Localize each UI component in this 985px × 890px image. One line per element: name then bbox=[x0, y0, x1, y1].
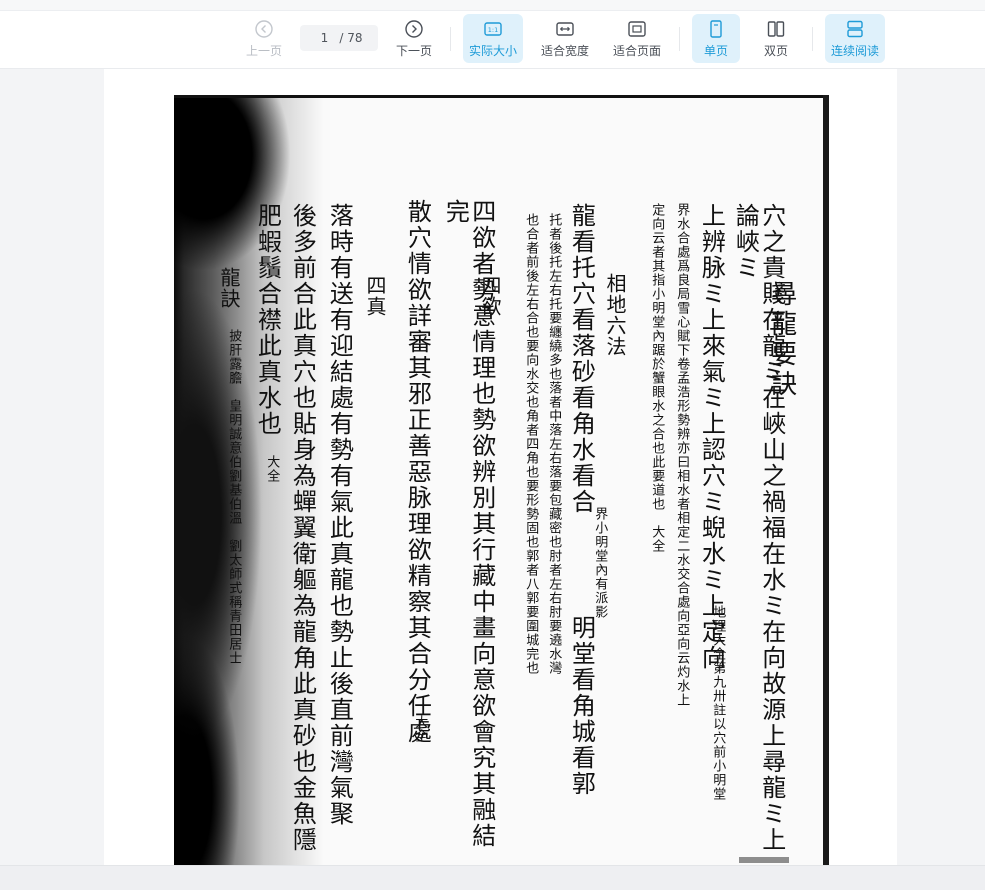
toolbar-divider bbox=[450, 27, 451, 51]
fit-width-button[interactable]: 适合宽度 bbox=[537, 14, 593, 63]
next-page-button[interactable]: 下一页 bbox=[393, 14, 435, 63]
next-page-label: 下一页 bbox=[395, 43, 432, 58]
fit-page-label: 适合页面 bbox=[612, 43, 661, 58]
reader-toolbar: 上一页 1 / 78 下一页 1:1 实际大小 适合宽度 适合页面 单页 双页 … bbox=[0, 11, 985, 69]
status-bar bbox=[0, 865, 985, 890]
text-column: 落時有送有迎結處有勢有氣此真龍也勢止後直前灣氣聚 bbox=[325, 203, 354, 827]
scan-top-border bbox=[174, 95, 829, 98]
single-page-label: 单页 bbox=[703, 43, 728, 58]
page-indicator: 1 / 78 bbox=[300, 25, 378, 51]
total-pages: / 78 bbox=[339, 31, 363, 45]
fit-page-button[interactable]: 适合页面 bbox=[609, 14, 665, 63]
author-note: 披肝露膽 皇明誠意伯劉基伯溫 劉太師式稱青田居士 bbox=[226, 329, 242, 665]
annotation-column: 托者後托左右托要纏繞多也落者中落左右落要包藏密也肘者左右肘要遶水灣 bbox=[546, 213, 562, 675]
chevron-right-circle-icon bbox=[405, 19, 423, 38]
source-note: 大全 bbox=[412, 715, 428, 743]
scan-right-border bbox=[823, 95, 829, 865]
text-column: 肥蝦鬚合襟此真水也 bbox=[253, 203, 282, 437]
annotation-column: 定向云者其指小明堂內踞於蟹眼水之合也此要道也 大全 bbox=[649, 203, 665, 553]
text-column: 四欲者勢意情理也勢欲辨別其行藏中畫向意欲會究其融結完 bbox=[441, 199, 496, 849]
annotation-column: 界小明堂內有派影 bbox=[592, 507, 608, 619]
double-page-icon bbox=[767, 20, 785, 37]
actual-size-button[interactable]: 1:1 实际大小 bbox=[463, 14, 523, 63]
fit-page-icon bbox=[628, 20, 646, 37]
annotation-column: 地理大全第九卅註以穴前小明堂 bbox=[710, 605, 726, 801]
heading-si-zhen: 四真 bbox=[363, 275, 387, 317]
continuous-reading-label: 连续阅读 bbox=[830, 43, 879, 58]
top-strip bbox=[0, 0, 985, 11]
actual-size-label: 实际大小 bbox=[468, 43, 517, 58]
annotation-column: 界水合處爲良局雪心賦下卷孟浩形勢辨亦曰相水者相定二水交合處向亞向云灼水上 bbox=[674, 203, 690, 707]
source-note: 大全 bbox=[264, 455, 280, 483]
heading-xiang-di-liu-fa: 相地六法 bbox=[603, 273, 627, 357]
text-column: 後多前合此真穴也貼身為蟬翼衛軀為龍角此真砂也金魚隱 bbox=[288, 203, 317, 853]
text-column: 穴之貴賤在龍ミ在峽山之禍福在水ミ在向故源上尋龍ミ上論峽ミ bbox=[731, 203, 786, 853]
toolbar-divider bbox=[679, 27, 680, 51]
fit-width-icon bbox=[556, 21, 574, 36]
scanned-page: 尋龍要訣 穴之貴賤在龍ミ在峽山之禍福在水ミ在向故源上尋龍ミ上論峽ミ 上辨脉ミ上來… bbox=[174, 95, 829, 865]
fit-width-label: 适合宽度 bbox=[540, 43, 589, 58]
current-page-input[interactable]: 1 bbox=[315, 31, 333, 45]
text-column: 龍看托穴看落砂看角水看合 bbox=[567, 203, 596, 515]
heading-long-jue: 龍訣 bbox=[217, 267, 241, 309]
toolbar-divider bbox=[812, 27, 813, 51]
continuous-reading-button[interactable]: 连续阅读 bbox=[825, 14, 885, 63]
text-column: 明堂看角城看郭 bbox=[567, 615, 596, 797]
double-page-button[interactable]: 双页 bbox=[752, 14, 800, 63]
prev-page-label: 上一页 bbox=[245, 43, 282, 58]
single-page-icon bbox=[710, 19, 722, 38]
svg-text:1:1: 1:1 bbox=[488, 26, 498, 34]
text-column: 散穴情欲詳審其邪正善惡脉理欲精察其合分任處 bbox=[403, 199, 432, 745]
double-page-label: 双页 bbox=[763, 43, 788, 58]
document-viewer[interactable]: 尋龍要訣 穴之貴賤在龍ミ在峽山之禍福在水ミ在向故源上尋龍ミ上論峽ミ 上辨脉ミ上來… bbox=[104, 69, 897, 865]
continuous-scroll-icon bbox=[847, 20, 863, 37]
text-column: 上辨脉ミ上來氣ミ上認穴ミ蜺水ミ上定向 bbox=[697, 203, 726, 671]
annotation-column: 也合者前後左右合也要向水交也角者四角也要形勢固也郭者八郭要圍城完也 bbox=[523, 213, 539, 675]
actual-size-icon: 1:1 bbox=[484, 21, 502, 36]
single-page-button[interactable]: 单页 bbox=[692, 14, 740, 63]
chevron-left-circle-icon bbox=[255, 19, 273, 38]
prev-page-button[interactable]: 上一页 bbox=[244, 14, 284, 63]
